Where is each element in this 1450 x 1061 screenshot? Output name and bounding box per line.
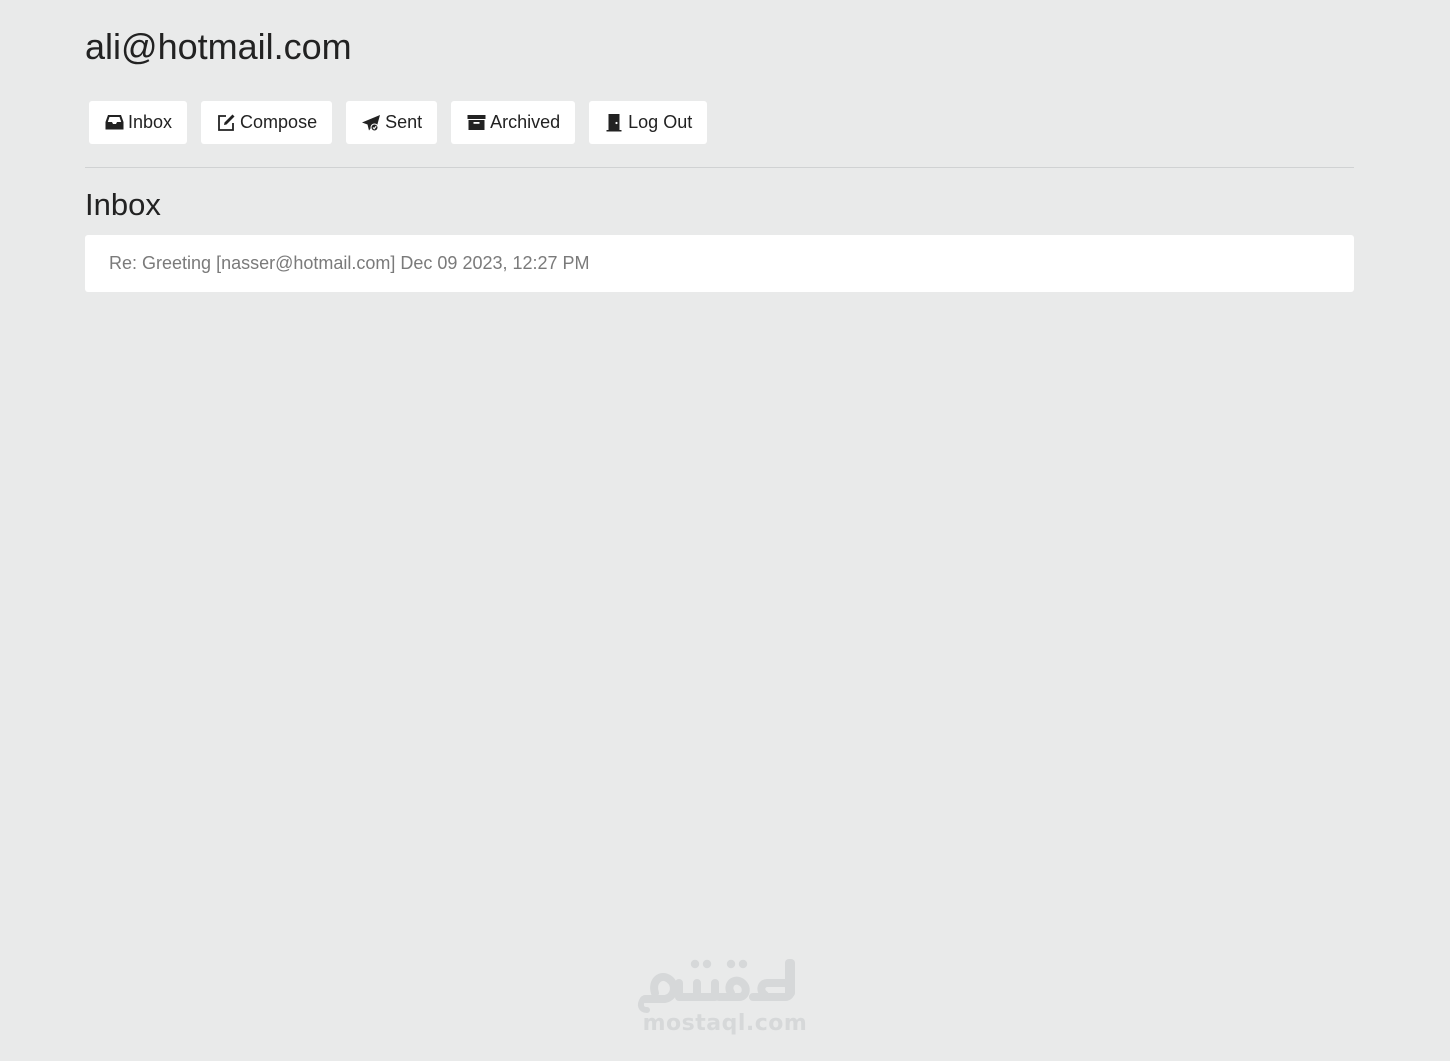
- mostaql-logo: [637, 959, 795, 1013]
- watermark: mostaql.com: [625, 955, 825, 1045]
- compose-button-label: Compose: [240, 112, 318, 132]
- send-icon: [361, 113, 381, 133]
- archived-button[interactable]: Archived: [451, 101, 576, 144]
- email-list: Re: Greeting [nasser@hotmail.com] Dec 09…: [85, 235, 1354, 292]
- email-timestamp: Dec 09 2023, 12:27 PM: [400, 253, 590, 273]
- sent-button-label: Sent: [385, 112, 423, 132]
- sent-button[interactable]: Sent: [346, 101, 438, 144]
- compose-icon: [216, 113, 236, 133]
- email-sender: [nasser@hotmail.com]: [216, 253, 396, 273]
- watermark-text: mostaql.com: [642, 1011, 808, 1036]
- archived-button-label: Archived: [490, 112, 561, 132]
- inbox-icon: [104, 113, 124, 133]
- door-icon: [604, 113, 624, 133]
- email-subject: Re: Greeting: [109, 253, 212, 273]
- main-nav: Inbox Compose Sent Archived Log Out: [89, 101, 721, 144]
- inbox-button-label: Inbox: [128, 112, 173, 132]
- header-divider: [85, 167, 1354, 168]
- email-row[interactable]: Re: Greeting [nasser@hotmail.com] Dec 09…: [85, 235, 1354, 292]
- log-out-button-label: Log Out: [628, 112, 693, 132]
- compose-button[interactable]: Compose: [201, 101, 333, 144]
- log-out-button[interactable]: Log Out: [589, 101, 708, 144]
- inbox-button[interactable]: Inbox: [89, 101, 188, 144]
- archive-icon: [466, 113, 486, 133]
- user-email: ali@hotmail.com: [85, 26, 352, 67]
- page-title: Inbox: [85, 187, 161, 222]
